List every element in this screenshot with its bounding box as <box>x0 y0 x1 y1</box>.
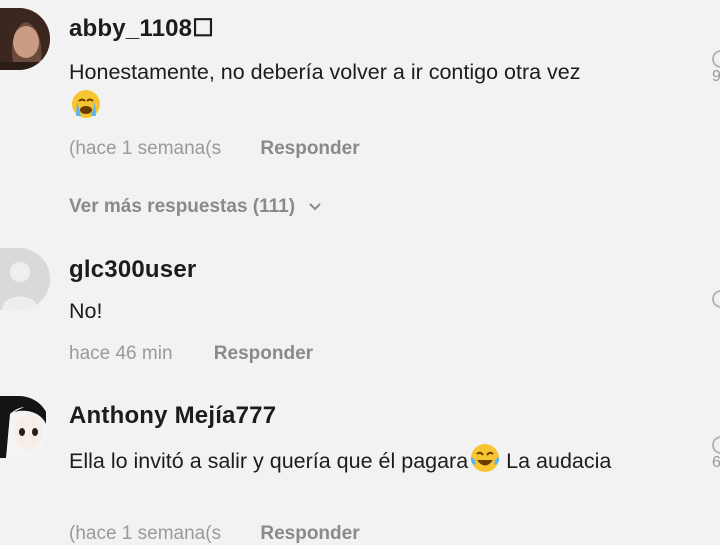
chevron-down-icon <box>309 203 322 211</box>
like-button[interactable]: 9 <box>712 50 720 86</box>
comment-text: Ella lo invitó a salir y quería que él p… <box>69 443 689 483</box>
user-avatar[interactable] <box>0 396 50 458</box>
comment-item: glc300user No! hace 46 min Responder <box>0 240 720 380</box>
heart-icon <box>712 290 720 308</box>
comment-timestamp: hace 46 min <box>69 343 173 364</box>
tears-of-joy-icon <box>470 443 500 483</box>
comment-username[interactable]: abby_1108☐ <box>69 14 214 43</box>
comment-text-content: Honestamente, no debería volver a ir con… <box>69 60 581 84</box>
comment-timestamp: (hace 1 semana(s <box>69 138 222 159</box>
reply-button[interactable]: Responder <box>260 138 359 160</box>
comment-username[interactable]: glc300user <box>69 256 196 284</box>
like-button[interactable] <box>712 290 720 308</box>
heart-icon <box>712 50 720 68</box>
comment-text-tail: La audacia <box>500 449 612 473</box>
reply-button[interactable]: Responder <box>260 523 359 545</box>
comment-meta: hace 46 min Responder <box>69 343 313 365</box>
comment-item: Anthony Mejía777 Ella lo invitó a salir … <box>0 390 720 544</box>
like-count: 65 <box>712 454 720 471</box>
comment-timestamp: (hace 1 semana(s <box>69 523 222 544</box>
like-count: 9 <box>712 68 720 85</box>
comment-meta: (hace 1 semana(s Responder <box>69 138 360 160</box>
comment-text: No! <box>69 299 103 323</box>
view-more-replies-button[interactable]: Ver más respuestas (111) <box>69 196 322 218</box>
crying-face-icon <box>71 89 101 129</box>
heart-icon <box>712 436 720 454</box>
comment-username[interactable]: Anthony Mejía777 <box>69 402 276 430</box>
view-more-replies-label: Ver más respuestas (111) <box>69 196 296 217</box>
reply-button[interactable]: Responder <box>214 343 313 365</box>
comment-item: abby_1108☐ Honestamente, no debería volv… <box>0 0 720 230</box>
user-avatar[interactable] <box>0 248 50 310</box>
comment-meta: (hace 1 semana(s Responder <box>69 523 360 545</box>
comment-text-content: Ella lo invitó a salir y quería que él p… <box>69 449 469 473</box>
like-button[interactable]: 65 <box>712 436 720 472</box>
comment-text: Honestamente, no debería volver a ir con… <box>69 56 689 129</box>
user-avatar[interactable] <box>0 8 50 70</box>
